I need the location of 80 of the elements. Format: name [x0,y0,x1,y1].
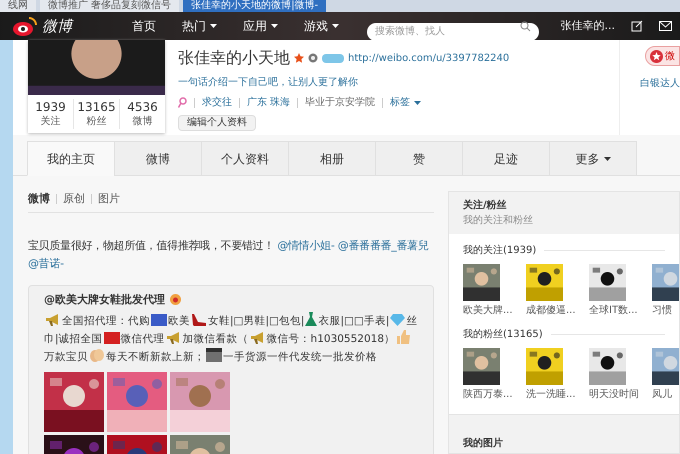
nav-link[interactable]: 游戏 [304,17,339,35]
nav-link[interactable]: 热门 [182,17,217,35]
stat-value[interactable]: 4536 [127,99,158,115]
user-name[interactable]: 欧美大牌... [463,303,513,318]
profile-name: 张佳幸的小天地 [178,47,290,69]
feed-filter-tab[interactable]: 微博 [28,191,50,208]
sidebar-subtitle: 我的关注和粉丝 [463,214,534,228]
caret-icon [210,24,217,28]
photos-heading: 我的图片 [463,438,503,449]
flag-icon [104,332,120,344]
feed-filter-tab[interactable]: 图片 [98,191,120,208]
clapping-hands-icon [89,348,105,362]
gem-icon [390,314,406,326]
tags-link[interactable]: 标签 [390,95,422,110]
profile-tab[interactable]: 赞 [375,141,463,176]
star-icon [294,53,304,63]
nav-link[interactable]: 首页 [132,17,156,35]
profile-tab[interactable]: 更多 [549,141,637,176]
megaphone-icon [250,331,266,344]
star-icon [650,50,663,62]
mention-link[interactable]: @情情小姐- [277,238,334,252]
profile-tab[interactable]: 个人资料 [201,141,289,176]
stat-label[interactable]: 微博 [132,115,152,129]
profile-info[interactable]: 广东 珠海 [247,95,290,110]
badge-link[interactable]: 白银达人 [640,76,680,91]
profile-tab[interactable]: 足迹 [462,141,550,176]
profile-tab[interactable]: 相册 [288,141,376,176]
edit-icon[interactable] [631,20,643,32]
thumbs-up-icon [396,330,412,344]
caret-icon [332,24,339,28]
edit-profile-button[interactable]: 编辑个人资料 [178,115,256,131]
stat-value[interactable]: 1939 [35,99,66,115]
mail-icon[interactable] [659,21,672,31]
feed-filter-tab[interactable]: 原创 [63,191,85,208]
megaphone-icon [166,331,182,344]
post-text: 宝贝质量很好，物超所值，值得推荐哦，不要错过！ @情情小姐- @番番番番_番薯兒 @昔诺- [28,238,430,272]
user-name[interactable]: 全球IT数... [589,303,638,318]
user-name[interactable]: 习惯 [652,303,672,318]
side-button[interactable]: 微 [645,46,680,66]
flag-icon [151,314,167,326]
user-name[interactable]: 洗一洗睡... [526,387,576,402]
badge-icon [308,53,318,63]
user-name[interactable]: 凤儿 [652,387,672,402]
shoe-icon [191,313,207,326]
user-name[interactable]: 陕西万泰... [463,387,513,402]
caret-icon [604,156,610,160]
caret-icon [271,24,278,28]
section-heading[interactable]: 我的关注(1939) [463,243,536,258]
user-name[interactable]: 明天没时间 [589,387,639,402]
repost-text: 全国招代理：代购 欧美 女鞋|□男鞋|□包包| 衣服|□□手表| 丝巾|诚招全国 微信代理 加微信看款（ 微信号：h1030552018） 万款宝贝 每天不断新款上新； 一手货源一件代发统一批发价格 [44,312,418,366]
dress-icon [305,312,318,326]
search-icon [520,21,531,32]
stat-value[interactable]: 13165 [77,99,116,115]
section-heading[interactable]: 我的粉丝(13165) [463,327,543,342]
profile-url-link[interactable]: http://weibo.com/u/3397782240 [348,50,510,66]
profile-intro[interactable]: 一句话介绍一下自己吧，让别人更了解你 [178,75,608,90]
clapperboard-icon [206,348,222,362]
logo-eye-icon [12,16,38,36]
user-name[interactable]: 成都傻逼... [526,303,576,318]
female-icon [178,97,187,108]
profile-info[interactable]: 毕业于京安学院 [305,95,376,110]
stat-label[interactable]: 粉丝 [86,115,106,129]
user-name-link[interactable]: 张佳幸的... [560,18,615,34]
profile-info[interactable]: 求交往 [202,95,232,110]
browser-tab[interactable]: 张佳幸的小天地的微博|微博- [183,0,326,12]
mention-link[interactable]: @昔诺- [28,256,64,270]
emoji-icon [169,294,182,306]
level-badge-icon [322,54,344,62]
logo-text: 微博 [42,16,72,37]
nav-link[interactable]: 应用 [243,17,278,35]
mention-link[interactable]: @番番番番_番薯兒 [338,238,428,252]
browser-tab[interactable]: 线网 [0,0,36,12]
author-link[interactable]: @欧美大牌女鞋批发代理 [44,292,165,308]
caret-icon [414,100,422,104]
stat-label[interactable]: 关注 [40,115,60,129]
sidebar-title: 关注/粉丝 [463,198,508,213]
profile-tab[interactable]: 微博 [114,141,202,176]
search-field[interactable]: 搜索微博、找人 [367,22,539,40]
profile-tab[interactable]: 我的主页 [27,141,115,176]
megaphone-icon [45,313,61,326]
